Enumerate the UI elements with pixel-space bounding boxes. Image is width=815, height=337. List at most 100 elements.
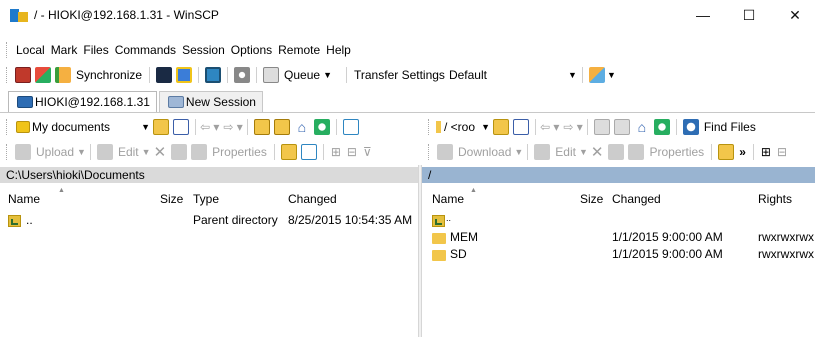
toolbar-grip [428, 144, 431, 160]
open-folder-icon[interactable] [153, 119, 169, 135]
column-changed[interactable]: Changed [612, 192, 661, 206]
new-folder-icon[interactable] [280, 144, 297, 160]
menu-remote[interactable]: Remote [275, 43, 323, 57]
parent-directory-icon[interactable] [593, 119, 610, 135]
maximize-button[interactable]: ☐ [726, 0, 772, 30]
open-putty-icon[interactable] [176, 67, 193, 83]
forward-arrow-icon[interactable]: ⇨ ▾ [563, 120, 582, 134]
filter-icon[interactable] [173, 119, 189, 135]
menu-options[interactable]: Options [228, 43, 275, 57]
column-rights[interactable]: Rights [758, 192, 792, 206]
rename-icon[interactable] [608, 144, 625, 160]
root-directory-icon[interactable] [613, 119, 630, 135]
toolbar-grip [6, 67, 9, 83]
delete-icon[interactable]: ✕ [591, 143, 604, 161]
transfer-settings-select[interactable]: Default ▼ [448, 66, 578, 84]
new-folder-icon[interactable] [718, 144, 735, 160]
select-all-icon[interactable]: ⊞ [331, 145, 341, 159]
toolbar-overflow-chevron[interactable]: » [739, 145, 746, 159]
minimize-button[interactable]: — [680, 0, 726, 30]
separator [752, 144, 754, 160]
edit-button[interactable]: Edit [118, 145, 139, 159]
filter-icon[interactable] [513, 119, 529, 135]
find-files-button[interactable]: Find Files [704, 120, 756, 134]
column-name[interactable]: Name [432, 192, 464, 206]
table-row[interactable]: MEM 1/1/2015 9:00:00 AM rwxrwxrwx [422, 229, 815, 246]
upload-dropdown-arrow[interactable]: ▼ [77, 147, 86, 157]
root-directory-icon[interactable] [273, 119, 290, 135]
computer-icon [17, 95, 33, 108]
upload-button[interactable]: Upload [36, 145, 74, 159]
menu-local[interactable]: Local [13, 43, 48, 57]
transfer-presets-icon[interactable] [588, 67, 605, 83]
compare-directories-icon[interactable] [35, 67, 51, 83]
column-size[interactable]: Size [160, 192, 183, 206]
remote-location-value: / <roo [444, 120, 476, 134]
separator [581, 67, 583, 83]
edit-dropdown-arrow[interactable]: ▼ [142, 147, 151, 157]
queue-button[interactable]: Queue [284, 68, 320, 82]
refresh-icon[interactable] [653, 119, 670, 135]
my-documents-icon [16, 121, 30, 133]
toolbar-grip [6, 119, 9, 135]
queue-dropdown-arrow[interactable]: ▼ [323, 70, 332, 80]
column-type[interactable]: Type [193, 192, 219, 206]
menu-help[interactable]: Help [323, 43, 354, 57]
separator [89, 144, 91, 160]
column-size[interactable]: Size [580, 192, 603, 206]
local-location-select[interactable]: My documents ▼ [13, 118, 151, 136]
folder-icon [436, 121, 441, 133]
unselect-all-icon[interactable]: ⊟ [777, 145, 787, 159]
filter-select-icon[interactable]: ⊽ [363, 145, 372, 159]
menu-commands[interactable]: Commands [112, 43, 179, 57]
tab-new-session[interactable]: New Session [158, 90, 263, 112]
refresh-icon[interactable] [313, 119, 330, 135]
separator [195, 119, 196, 135]
back-arrow-icon[interactable]: ⇦ ▾ [200, 120, 219, 134]
forward-arrow-icon[interactable]: ⇨ ▾ [223, 120, 242, 134]
edit-icon [534, 144, 551, 160]
menu-mark[interactable]: Mark [48, 43, 81, 57]
new-file-icon[interactable] [300, 144, 317, 160]
tab-hioki-session[interactable]: HIOKI@192.168.1.31 [8, 90, 157, 112]
menu-files[interactable]: Files [80, 43, 111, 57]
column-changed[interactable]: Changed [288, 192, 337, 206]
remote-location-select[interactable]: / <roo ▼ [435, 118, 491, 136]
home-icon[interactable]: ⌂ [633, 119, 650, 135]
back-arrow-icon[interactable]: ⇦ ▾ [540, 120, 559, 134]
select-all-icon[interactable]: ⊞ [761, 145, 771, 159]
edit-button[interactable]: Edit [555, 145, 576, 159]
edit-dropdown-arrow[interactable]: ▼ [579, 147, 588, 157]
edit-icon [96, 144, 113, 160]
transfer-icon[interactable] [205, 67, 222, 83]
separator [273, 144, 275, 160]
synchronize-button[interactable]: Synchronize [76, 68, 142, 82]
properties-button[interactable]: Properties [649, 145, 704, 159]
download-button[interactable]: Download [458, 145, 511, 159]
parent-directory-icon[interactable] [253, 119, 270, 135]
rename-icon[interactable] [171, 144, 188, 160]
upload-icon [15, 144, 31, 160]
properties-button[interactable]: Properties [212, 145, 267, 159]
open-folder-icon[interactable] [493, 119, 509, 135]
menu-session[interactable]: Session [179, 43, 228, 57]
console-icon[interactable] [156, 67, 173, 83]
unselect-all-icon[interactable]: ⊟ [347, 145, 357, 159]
tree-icon[interactable] [342, 119, 359, 135]
preferences-gear-icon[interactable] [234, 67, 251, 83]
toolbar-grip [6, 144, 9, 160]
table-row[interactable]: SD 1/1/2015 9:00:00 AM rwxrwxrwx [422, 246, 815, 263]
toolbar-grip [6, 42, 9, 58]
close-button[interactable]: ✕ [772, 0, 815, 30]
sort-ascending-icon: ▲ [58, 187, 65, 194]
table-row[interactable]: .. Parent directory 8/25/2015 10:54:35 A… [0, 212, 418, 229]
download-dropdown-arrow[interactable]: ▼ [514, 147, 523, 157]
table-row[interactable]: .. [422, 212, 815, 229]
column-name[interactable]: Name [8, 192, 40, 206]
home-icon[interactable]: ⌂ [293, 119, 310, 135]
delete-icon[interactable]: ✕ [154, 143, 167, 161]
add-directory-icon[interactable] [15, 67, 31, 83]
chevron-down-icon: ▼ [481, 122, 490, 132]
presets-dropdown-arrow[interactable]: ▼ [607, 70, 616, 80]
remote-path-bar: / [422, 167, 815, 183]
